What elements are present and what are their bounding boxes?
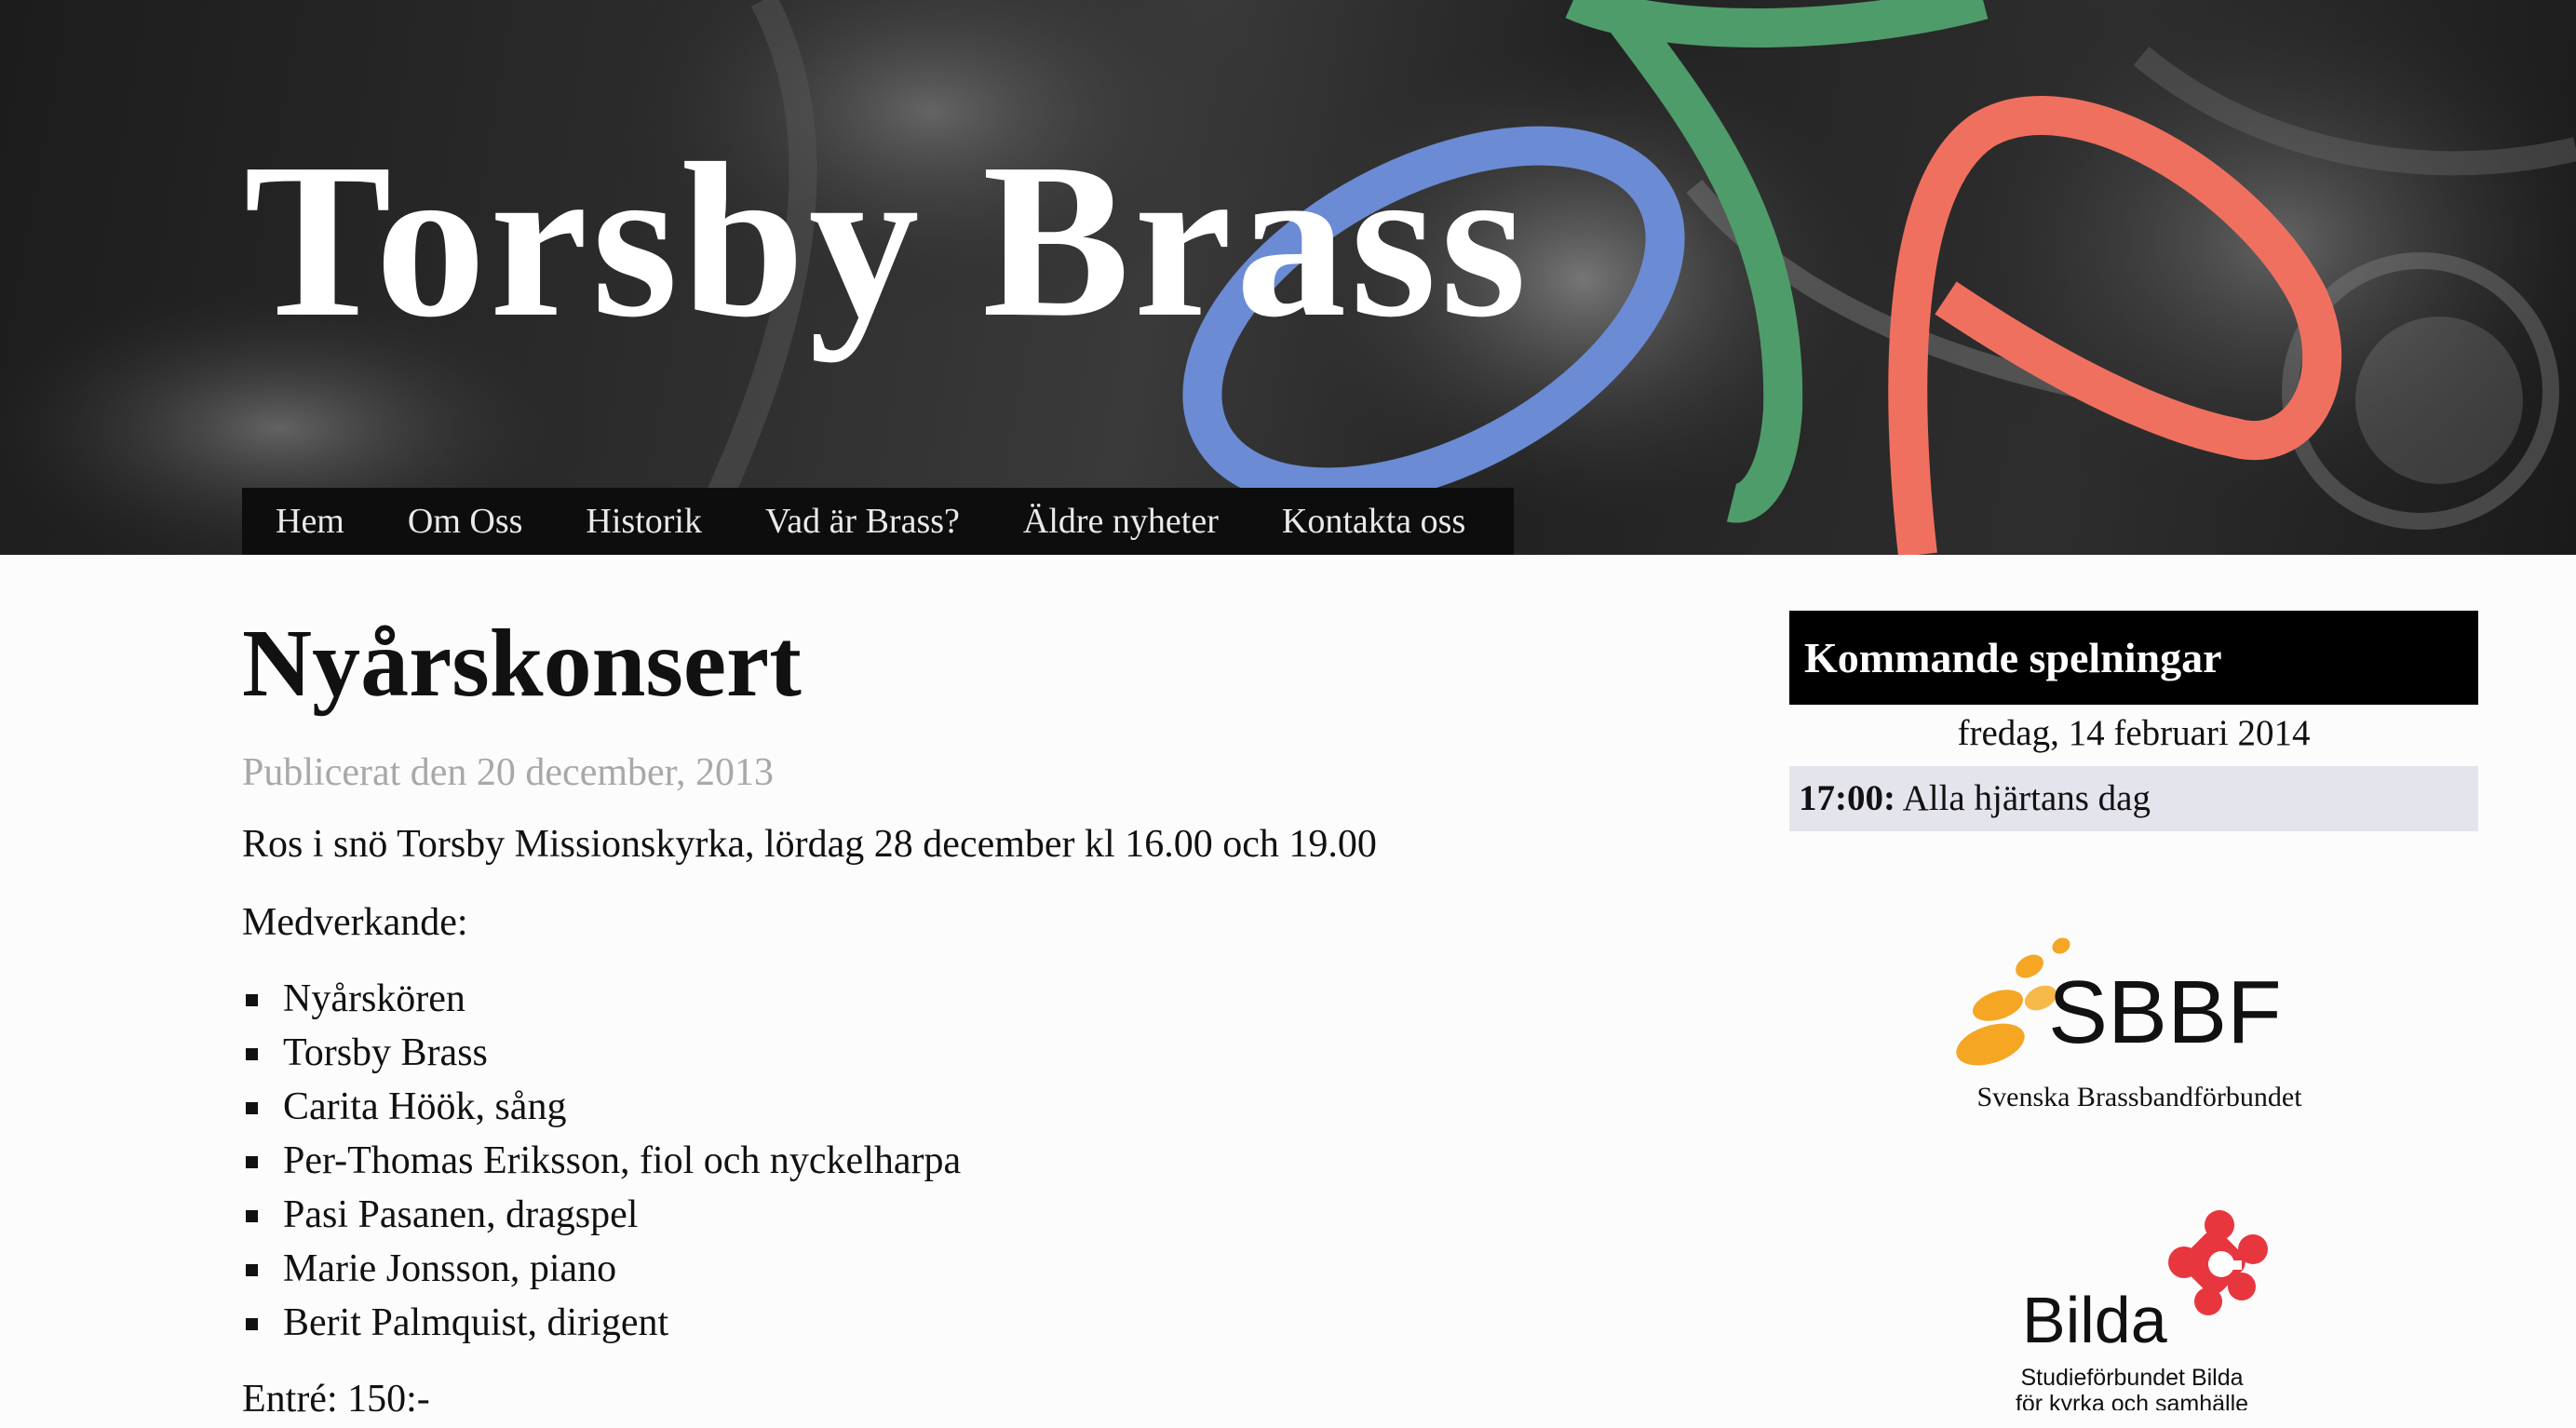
- bilda-logo-caption-1: Studieförbundet Bilda: [2020, 1365, 2243, 1391]
- nav-item-hem[interactable]: Hem: [263, 488, 376, 555]
- sbbf-logo[interactable]: SBBF Svenska Brassbandförbundet: [1944, 922, 2335, 1126]
- sbbf-logo-caption: Svenska Brassbandförbundet: [1976, 1082, 2302, 1112]
- bilda-logo-caption-2: för kyrka och samhälle: [2016, 1391, 2248, 1410]
- bilda-logo[interactable]: Bilda Studieförbundet Bilda för kyrka oc…: [2002, 1208, 2281, 1417]
- list-item: Berit Palmquist, dirigent: [242, 1296, 1639, 1350]
- main-nav: Hem Om Oss Historik Vad är Brass? Äldre …: [242, 488, 1515, 555]
- event-time: 17:00:: [1799, 778, 1895, 818]
- nav-item-vad-ar-brass[interactable]: Vad är Brass?: [734, 488, 991, 555]
- post-intro: Ros i snö Torsby Missionskyrka, lördag 2…: [242, 823, 1377, 867]
- event-date: fredag, 14 februari 2014: [1957, 713, 2311, 753]
- post-title[interactable]: Nyårskonsert: [242, 610, 1639, 717]
- sbbf-logo-text: SBBF: [2048, 963, 2282, 1062]
- upcoming-gigs-title: Kommande spelningar: [1789, 611, 2478, 705]
- list-item: Marie Jonsson, piano: [242, 1242, 1639, 1296]
- bilda-logo-mark: Bilda Studieförbundet Bilda för kyrka oc…: [2016, 1210, 2268, 1417]
- list-item: Carita Höök, sång: [242, 1080, 1639, 1134]
- post-date: Publicerat den 20 december, 2013: [242, 751, 774, 795]
- list-item: Pasi Pasanen, dragspel: [242, 1188, 1639, 1242]
- event-item[interactable]: 17:00: Alla hjärtans dag: [1789, 766, 2478, 831]
- list-item: Torsby Brass: [242, 1026, 1639, 1080]
- participants-list: Nyårskören Torsby Brass Carita Höök, sån…: [242, 972, 1639, 1350]
- site-title[interactable]: Torsby Brass: [244, 130, 1531, 352]
- nav-item-aldre-nyheter[interactable]: Äldre nyheter: [991, 488, 1250, 555]
- list-item: Nyårskören: [242, 972, 1639, 1026]
- nav-item-historik[interactable]: Historik: [554, 488, 734, 555]
- site-header: Torsby Brass Hem Om Oss Historik Vad är …: [0, 0, 2576, 555]
- event-name[interactable]: Alla hjärtans dag: [1895, 778, 2151, 818]
- post-entry-fee: Entré: 150:-: [242, 1378, 430, 1421]
- post-body: Ros i snö Torsby Missionskyrka, lördag 2…: [242, 815, 1639, 1428]
- participants-label: Medverkande:: [242, 901, 468, 945]
- post: Nyårskonsert Publicerat den 20 december,…: [242, 610, 1639, 1428]
- nav-item-om-oss[interactable]: Om Oss: [376, 488, 555, 555]
- list-item: Per-Thomas Eriksson, fiol och nyckelharp…: [242, 1134, 1639, 1188]
- bilda-logo-text: Bilda: [2022, 1284, 2167, 1356]
- nav-item-kontakta-oss[interactable]: Kontakta oss: [1250, 488, 1497, 555]
- main-content: Nyårskonsert Publicerat den 20 december,…: [242, 555, 1639, 1428]
- sidebar: Kommande spelningar fredag, 14 februari …: [1789, 611, 2478, 831]
- sbbf-logo-mark: SBBF Svenska Brassbandförbundet: [1956, 937, 2302, 1112]
